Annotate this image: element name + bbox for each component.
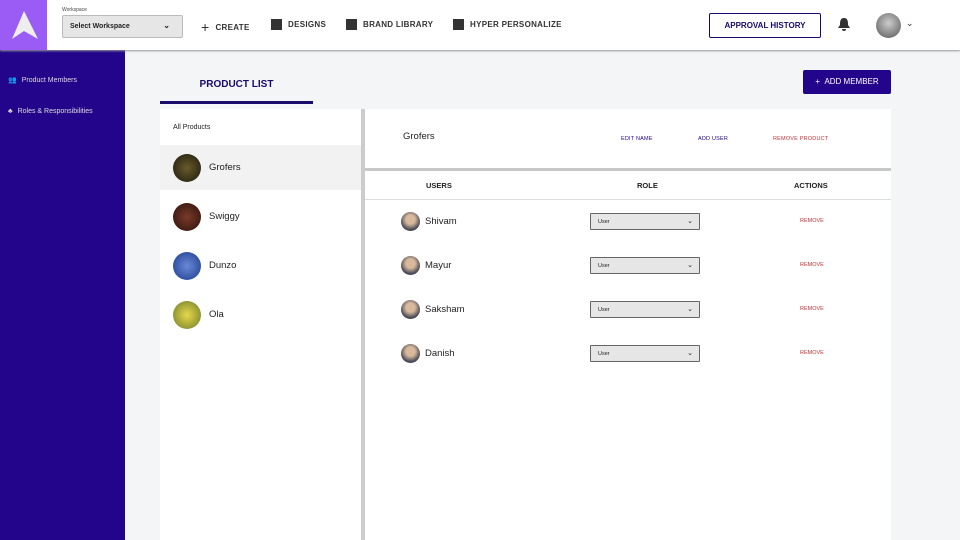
nav-brand-library[interactable]: BRAND LIBRARY [346,19,433,30]
approval-history-button[interactable]: APPROVAL HISTORY [709,13,821,38]
role-select[interactable]: User ⌄ [590,345,700,362]
role-value: User [598,219,610,225]
sidebar: 👥 Product Members ♣ Roles & Responsibiliti… [0,50,125,540]
sidebar-item-product-members[interactable]: 👥 Product Members [8,76,77,85]
hierarchy-icon: ♣ [8,108,13,115]
product-avatar [173,300,201,329]
edit-name-link[interactable]: EDIT NAME [621,136,653,142]
user-avatar[interactable] [876,13,901,38]
grid-icon [271,19,282,30]
user-name: Saksham [425,304,465,315]
column-role: ROLE [637,181,658,190]
product-avatar [173,153,201,182]
workspace-label: Workspace [62,7,87,13]
sidebar-item-label: Product Members [21,76,77,84]
sidebar-item-roles[interactable]: ♣ Roles & Responsibilities [8,108,93,115]
column-users: USERS [426,181,452,190]
nav-label: HYPER PERSONALIZE [470,20,562,29]
chevron-down-icon: ⌄ [687,350,693,357]
user-avatar [401,344,420,363]
user-avatar [401,256,420,275]
plus-icon: + [201,19,210,35]
remove-user-link[interactable]: REMOVE [800,306,824,312]
add-user-link[interactable]: ADD USER [698,136,728,142]
product-detail: Grofers EDIT NAME ADD USER REMOVE PRODUC… [365,109,891,540]
product-name: Grofers [209,162,241,173]
product-name: Swiggy [209,211,240,222]
remove-user-link[interactable]: REMOVE [800,262,824,268]
user-avatar [401,300,420,319]
top-bar: Workspace Select Workspace ⌄ + CREATE DESI… [0,0,960,50]
product-item[interactable]: Ola [160,292,361,337]
personalize-icon [453,19,464,30]
product-avatar [173,202,201,231]
role-value: User [598,307,610,313]
chevron-down-icon: ⌄ [163,21,170,30]
product-item[interactable]: Dunzo [160,243,361,288]
remove-user-link[interactable]: REMOVE [800,350,824,356]
chevron-down-icon[interactable]: ⌄ [906,18,914,29]
table-row: Saksham User ⌄ REMOVE [365,296,891,340]
product-list: All Products Grofers Swiggy Dunzo Ola [160,109,361,540]
nav-label: BRAND LIBRARY [363,20,434,29]
product-name: Ola [209,309,224,320]
remove-user-link[interactable]: REMOVE [800,218,824,224]
users-icon: 👥 [8,77,17,84]
app-logo[interactable] [0,0,47,50]
image-icon [346,19,357,30]
all-products-heading: All Products [173,124,211,131]
nav-create[interactable]: + CREATE [201,19,250,35]
add-member-button[interactable]: + ADD MEMBER [803,70,891,94]
tab-product-list[interactable]: PRODUCT LIST [160,70,313,104]
table-row: Shivam User ⌄ REMOVE [365,208,891,252]
nav-label: CREATE [215,22,250,32]
table-row: Danish User ⌄ REMOVE [365,340,891,384]
column-actions: ACTIONS [794,181,828,190]
table-row: Mayur User ⌄ REMOVE [365,252,891,296]
product-title: Grofers [403,131,435,142]
role-value: User [598,351,610,357]
remove-product-link[interactable]: REMOVE PRODUCT [773,136,828,142]
workspace-value: Select Workspace [70,23,130,30]
role-value: User [598,263,610,269]
user-name: Shivam [425,216,457,227]
product-item[interactable]: Grofers [160,145,361,190]
product-avatar [173,251,201,280]
product-item[interactable]: Swiggy [160,194,361,239]
workspace-select[interactable]: Select Workspace ⌄ [62,15,183,38]
nav-label: DESIGNS [288,20,327,29]
chevron-down-icon: ⌄ [687,262,693,269]
sidebar-item-label: Roles & Responsibilities [17,108,93,115]
nav-designs[interactable]: DESIGNS [271,19,326,30]
user-name: Danish [425,348,455,359]
divider [365,199,891,200]
divider [365,168,891,171]
chevron-down-icon: ⌄ [687,306,693,313]
bell-icon[interactable] [837,17,851,32]
nav-hyper-personalize[interactable]: HYPER PERSONALIZE [453,19,562,30]
role-select[interactable]: User ⌄ [590,213,700,230]
add-member-label: ADD MEMBER [824,77,879,86]
chevron-down-icon: ⌄ [687,218,693,225]
user-avatar [401,212,420,231]
role-select[interactable]: User ⌄ [590,257,700,274]
user-name: Mayur [425,260,452,271]
product-name: Dunzo [209,260,237,271]
role-select[interactable]: User ⌄ [590,301,700,318]
